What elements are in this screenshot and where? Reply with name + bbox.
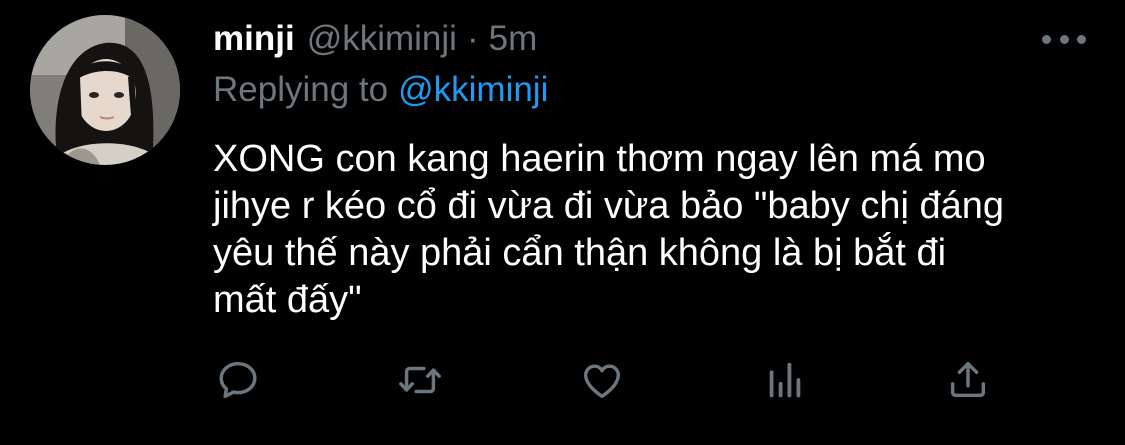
tweet-header: minji @kkiminji · 5m bbox=[213, 16, 537, 62]
header-separator: · bbox=[466, 19, 479, 58]
tweet-text: XONG con kang haerin thơm ngay lên má mo… bbox=[213, 138, 1005, 321]
more-dot bbox=[1042, 34, 1051, 44]
more-dot bbox=[1059, 34, 1069, 44]
reply-button[interactable] bbox=[213, 355, 263, 405]
timestamp[interactable]: 5m bbox=[489, 16, 538, 62]
retweet-button[interactable] bbox=[395, 355, 445, 405]
display-name[interactable]: minji bbox=[213, 16, 295, 62]
more-options-icon[interactable] bbox=[1042, 32, 1086, 46]
replying-to: Replying to @kkiminji bbox=[213, 67, 548, 113]
like-button[interactable] bbox=[577, 355, 627, 405]
retweet-arrows-icon bbox=[399, 366, 441, 394]
bar-chart-icon bbox=[769, 362, 801, 398]
tweet[interactable]: minji @kkiminji · 5m Replying to @kkiminj… bbox=[0, 0, 1125, 445]
analytics-button[interactable] bbox=[760, 355, 810, 405]
reply-mention-link[interactable]: @kkiminji bbox=[398, 70, 548, 109]
share-button[interactable] bbox=[943, 355, 993, 405]
speech-bubble-icon bbox=[219, 361, 257, 399]
avatar[interactable] bbox=[30, 15, 180, 165]
heart-icon bbox=[583, 364, 621, 399]
action-bar bbox=[0, 355, 1125, 415]
more-dot bbox=[1077, 34, 1086, 44]
avatar-photo bbox=[30, 15, 180, 165]
share-upload-icon bbox=[950, 361, 986, 398]
username-handle[interactable]: @kkiminji bbox=[307, 16, 457, 62]
replying-to-label: Replying to bbox=[213, 70, 389, 109]
